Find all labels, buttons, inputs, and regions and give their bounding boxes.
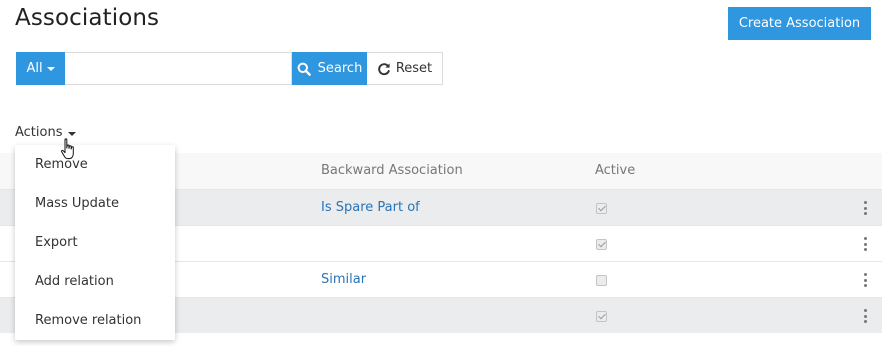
reset-button[interactable]: Reset: [367, 52, 443, 85]
create-association-button[interactable]: Create Association: [728, 7, 871, 40]
caret-down-icon: [46, 67, 55, 71]
kebab-menu-icon[interactable]: [864, 237, 868, 251]
kebab-menu-icon[interactable]: [864, 201, 868, 215]
active-checkbox: [596, 311, 607, 322]
reset-icon: [378, 62, 390, 75]
search-button[interactable]: Search: [292, 52, 367, 85]
menu-item-add-relation[interactable]: Add relation: [15, 262, 175, 301]
search-button-label: Search: [317, 61, 363, 76]
menu-item-export[interactable]: Export: [15, 223, 175, 262]
filter-dropdown-button[interactable]: All: [16, 52, 65, 85]
active-checkbox: [596, 239, 607, 250]
search-bar: All Search Reset: [16, 52, 443, 85]
backward-association-link[interactable]: Similar: [321, 262, 366, 298]
kebab-menu-icon[interactable]: [864, 309, 868, 323]
menu-item-mass-update[interactable]: Mass Update: [15, 184, 175, 223]
actions-menu: Remove Mass Update Export Add relation R…: [15, 145, 175, 340]
filter-label: All: [26, 61, 43, 76]
backward-association-link[interactable]: Is Spare Part of: [321, 190, 420, 226]
page-title: Associations: [15, 5, 160, 31]
reset-button-label: Reset: [395, 61, 433, 76]
active-checkbox: [596, 275, 607, 286]
column-header-active[interactable]: Active: [595, 153, 635, 189]
caret-down-icon: [67, 131, 76, 136]
actions-label: Actions: [15, 125, 63, 140]
hand-cursor-icon: [61, 138, 74, 160]
search-input[interactable]: [65, 52, 292, 85]
menu-item-remove[interactable]: Remove: [15, 145, 175, 184]
search-icon: [297, 62, 311, 76]
column-header-backward-association[interactable]: Backward Association: [321, 153, 463, 189]
menu-item-remove-relation[interactable]: Remove relation: [15, 301, 175, 340]
kebab-menu-icon[interactable]: [864, 273, 868, 287]
active-checkbox: [596, 203, 607, 214]
